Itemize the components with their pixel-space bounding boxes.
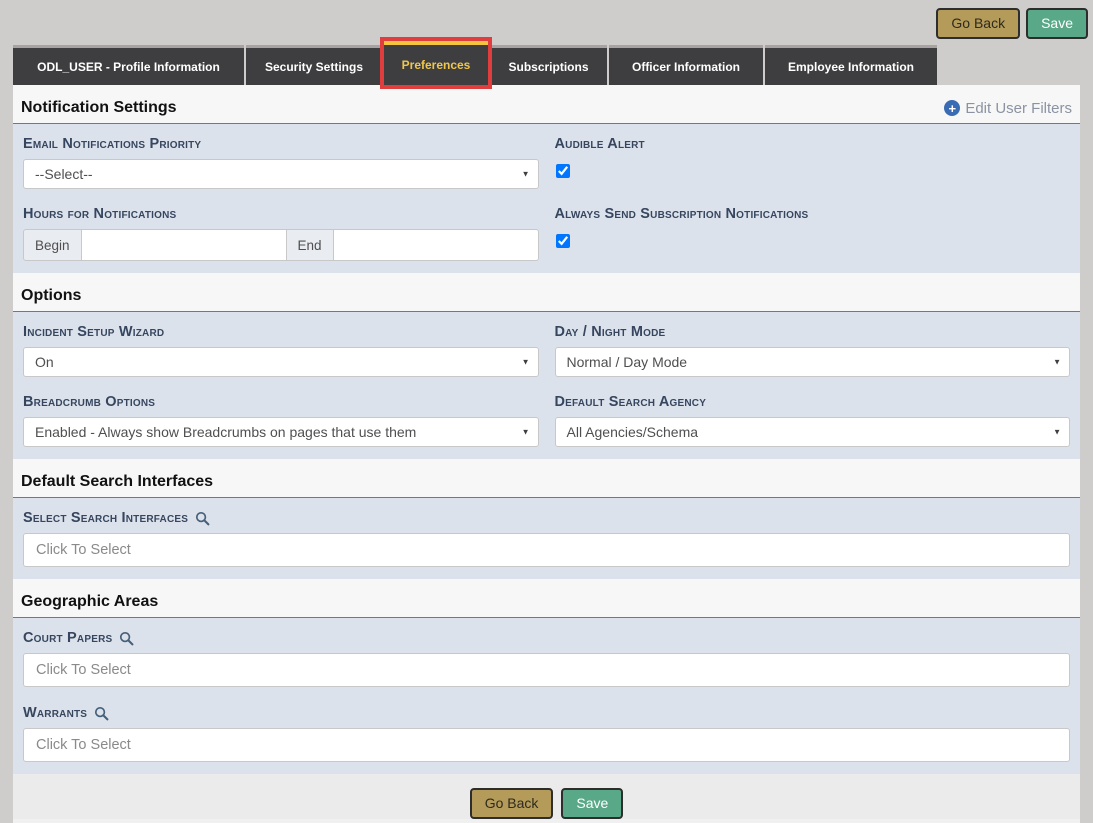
options-header: Options — [13, 273, 1080, 312]
warrants-label-text: Warrants — [23, 705, 87, 721]
section-title: Options — [21, 287, 81, 305]
warrants-label: Warrants — [23, 701, 1070, 728]
court-papers-label-text: Court Papers — [23, 630, 112, 646]
geographic-areas-header: Geographic Areas — [13, 579, 1080, 618]
notification-settings-body: Email Notifications Priority --Select-- … — [13, 124, 1080, 273]
search-icon[interactable] — [119, 631, 134, 646]
tab-security-settings[interactable]: Security Settings — [246, 45, 382, 85]
audible-alert-checkbox[interactable] — [556, 164, 570, 178]
day-night-mode-value: Normal / Day Mode — [567, 354, 688, 370]
begin-addon-label: Begin — [23, 229, 82, 261]
save-button-bottom[interactable]: Save — [561, 788, 623, 819]
hours-input-group: Begin End — [23, 229, 539, 261]
section-options: Options Incident Setup Wizard On ▼ Day /… — [13, 273, 1080, 459]
save-button-top[interactable]: Save — [1026, 8, 1088, 39]
chevron-down-icon: ▼ — [522, 358, 530, 367]
section-title: Default Search Interfaces — [21, 473, 213, 491]
email-priority-value: --Select-- — [35, 166, 93, 182]
section-geographic-areas: Geographic Areas Court Papers Click To S… — [13, 579, 1080, 774]
incident-wizard-value: On — [35, 354, 54, 370]
tab-preferences[interactable]: Preferences — [384, 41, 488, 85]
section-title: Notification Settings — [21, 99, 177, 117]
breadcrumb-options-value: Enabled - Always show Breadcrumbs on pag… — [35, 424, 416, 440]
options-body: Incident Setup Wizard On ▼ Day / Night M… — [13, 312, 1080, 459]
top-action-bar: Go Back Save — [936, 8, 1088, 39]
section-default-search-interfaces: Default Search Interfaces Select Search … — [13, 459, 1080, 579]
section-title: Geographic Areas — [21, 593, 158, 611]
begin-hours-input[interactable] — [82, 229, 287, 261]
court-papers-pickbox[interactable]: Click To Select — [23, 653, 1070, 687]
warrants-pickbox[interactable]: Click To Select — [23, 728, 1070, 762]
hours-notifications-label: Hours for Notifications — [23, 202, 539, 229]
chevron-down-icon: ▼ — [1053, 358, 1061, 367]
tab-subscriptions[interactable]: Subscriptions — [490, 45, 607, 85]
geographic-areas-body: Court Papers Click To Select Warrants Cl… — [13, 618, 1080, 774]
day-night-mode-label: Day / Night Mode — [555, 320, 1071, 347]
chevron-down-icon: ▼ — [522, 170, 530, 179]
chevron-down-icon: ▼ — [1053, 428, 1061, 437]
day-night-mode-select[interactable]: Normal / Day Mode ▼ — [555, 347, 1071, 377]
preferences-panel: Notification Settings + Edit User Filter… — [13, 85, 1080, 823]
end-addon-label: End — [287, 229, 334, 261]
go-back-button-top[interactable]: Go Back — [936, 8, 1020, 39]
select-search-interfaces-pickbox[interactable]: Click To Select — [23, 533, 1070, 567]
default-search-agency-select[interactable]: All Agencies/Schema ▼ — [555, 417, 1071, 447]
select-search-interfaces-label-text: Select Search Interfaces — [23, 510, 188, 526]
default-search-agency-value: All Agencies/Schema — [567, 424, 699, 440]
audible-alert-label: Audible Alert — [555, 132, 1071, 159]
incident-wizard-label: Incident Setup Wizard — [23, 320, 539, 347]
default-search-interfaces-header: Default Search Interfaces — [13, 459, 1080, 498]
tab-officer-information[interactable]: Officer Information — [609, 45, 763, 85]
default-search-interfaces-body: Select Search Interfaces Click To Select — [13, 498, 1080, 579]
always-send-checkbox[interactable] — [556, 234, 570, 248]
tab-profile-information[interactable]: ODL_USER - Profile Information — [13, 45, 244, 85]
notification-settings-header: Notification Settings + Edit User Filter… — [13, 85, 1080, 124]
edit-user-filters-label: Edit User Filters — [965, 100, 1072, 117]
email-priority-label: Email Notifications Priority — [23, 132, 539, 159]
search-icon[interactable] — [94, 706, 109, 721]
plus-circle-icon: + — [944, 100, 960, 116]
tab-employee-information[interactable]: Employee Information — [765, 45, 937, 85]
go-back-button-bottom[interactable]: Go Back — [470, 788, 554, 819]
tab-bar: ODL_USER - Profile Information Security … — [13, 42, 939, 85]
default-search-agency-label: Default Search Agency — [555, 390, 1071, 417]
incident-wizard-select[interactable]: On ▼ — [23, 347, 539, 377]
court-papers-label: Court Papers — [23, 626, 1070, 653]
always-send-label: Always Send Subscription Notifications — [555, 202, 1071, 229]
chevron-down-icon: ▼ — [522, 428, 530, 437]
section-notification-settings: Notification Settings + Edit User Filter… — [13, 85, 1080, 273]
search-icon[interactable] — [195, 511, 210, 526]
select-search-interfaces-label: Select Search Interfaces — [23, 506, 1070, 533]
breadcrumb-options-select[interactable]: Enabled - Always show Breadcrumbs on pag… — [23, 417, 539, 447]
email-priority-select[interactable]: --Select-- ▼ — [23, 159, 539, 189]
end-hours-input[interactable] — [334, 229, 539, 261]
breadcrumb-options-label: Breadcrumb Options — [23, 390, 539, 417]
footer-action-bar: Go Back Save — [13, 774, 1080, 819]
edit-user-filters-link[interactable]: + Edit User Filters — [944, 100, 1072, 117]
